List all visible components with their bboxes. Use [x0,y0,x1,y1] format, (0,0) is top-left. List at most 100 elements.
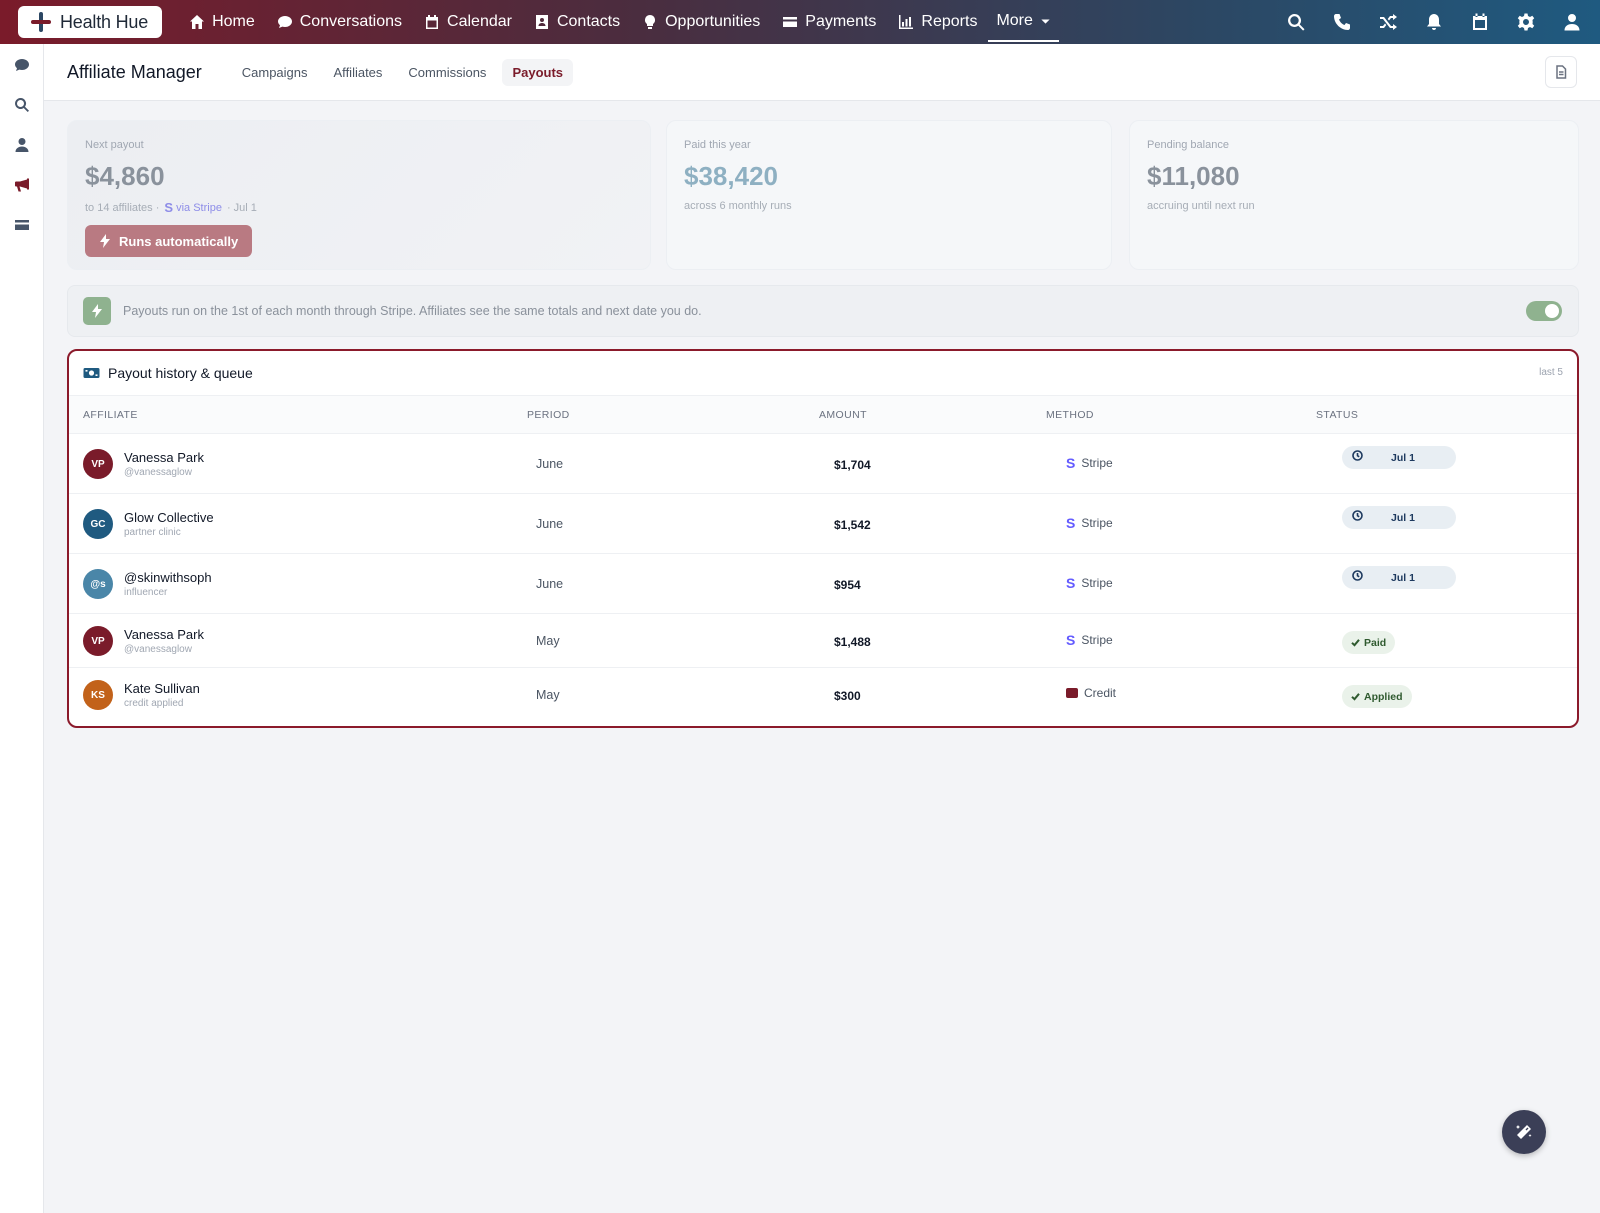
panel-header: Payout history & queue last 5 [69,351,1577,396]
table-body: VP Vanessa Park @vanessaglow June $1,704… [69,434,1577,722]
lightning-icon [83,297,111,325]
check-icon [1351,693,1360,701]
paid-this-year-sub: across 6 monthly runs [684,200,792,212]
next-payout-details: to 14 affiliates · Svia Stripe · Jul 1 [85,200,633,215]
paid-this-year-value: $38,420 [684,161,778,191]
pending-balance-value: $11,080 [1147,161,1240,191]
clock-icon [1352,450,1363,461]
next-payout-date: · Jul 1 [226,201,257,214]
side-rail-payments[interactable] [12,215,32,235]
table-row[interactable]: VP Vanessa Park @vanessaglow June $1,704… [69,434,1577,494]
side-rail [0,44,44,1213]
affiliate-handle: credit applied [124,698,184,709]
next-payout-value: $4,860 [85,161,165,191]
nav-item-payments[interactable]: Payments [771,0,887,44]
magic-assist-button[interactable] [1502,1110,1546,1154]
nav-item-contacts[interactable]: Contacts [523,0,631,44]
column-affiliate[interactable]: AFFILIATE [83,409,138,421]
megaphone-icon [15,178,29,192]
nav-item-calendar[interactable]: Calendar [413,0,523,44]
gear-icon [1517,13,1535,31]
lightbulb-icon [645,15,656,29]
payout-method-label: Stripe [1081,633,1113,647]
nav-item-home[interactable]: Home [178,0,266,44]
side-rail-marketing[interactable] [12,175,32,195]
tab-affiliates[interactable]: Affiliates [324,59,393,86]
status-badge: Applied [1342,685,1412,708]
side-rail-contacts[interactable] [12,135,32,155]
payout-period: June [536,517,564,531]
lightning-icon [100,234,110,248]
status-badge: Paid [1342,631,1396,654]
next-payout-label: Next payout [85,139,144,151]
settings-button[interactable] [1512,8,1540,36]
nav-item-opportunities[interactable]: Opportunities [631,0,771,44]
next-payout-card: Next payout $4,860 to 14 affiliates · Sv… [67,120,651,270]
avatar: VP [83,449,113,479]
affiliate-name[interactable]: Vanessa Park [124,627,204,642]
clock-icon [1352,510,1363,521]
side-rail-search[interactable] [12,95,32,115]
runs-automatically-button[interactable]: Runs automatically [85,225,253,257]
search-icon [1288,14,1305,31]
payout-amount: $300 [834,689,861,703]
calendar-icon [426,15,439,29]
auto-payout-toggle[interactable] [1526,301,1562,321]
nav-item-more[interactable]: More [988,2,1059,42]
payout-method: S Stripe [1066,455,1113,471]
stripe-icon: S [1066,575,1076,591]
calendar-icon [1473,13,1487,30]
check-icon [1351,639,1360,647]
credit-icon [1066,688,1078,698]
affiliate-name[interactable]: Glow Collective [124,510,214,525]
avatar: @s [83,569,113,599]
status-label: Jul 1 [1391,511,1415,524]
document-icon [1556,65,1567,79]
pending-balance-sub: accruing until next run [1147,200,1255,212]
pending-balance-label: Pending balance [1147,139,1229,151]
affiliate-name[interactable]: @skinwithsoph [124,570,212,585]
phone-button[interactable] [1328,8,1356,36]
calendar-button[interactable] [1466,8,1494,36]
avatar: VP [83,626,113,656]
user-icon [15,138,29,152]
tab-payouts[interactable]: Payouts [502,58,574,86]
stripe-icon: S [164,200,174,215]
affiliate-name[interactable]: Kate Sullivan [124,681,200,696]
nav-item-conversations[interactable]: Conversations [266,0,413,44]
affiliate-handle: influencer [124,587,168,598]
column-status[interactable]: STATUS [1316,409,1358,421]
search-button[interactable] [1282,8,1310,36]
runs-automatically-label: Runs automatically [119,233,239,249]
bar-chart-icon [899,15,914,29]
phone-icon [1334,14,1350,30]
tab-commissions[interactable]: Commissions [398,59,496,86]
affiliate-name[interactable]: Vanessa Park [124,450,204,465]
table-row[interactable]: VP Vanessa Park @vanessaglow May $1,488 … [69,614,1577,668]
side-rail-chat[interactable] [12,55,32,75]
next-payout-method: Svia Stripe [164,200,222,215]
table-header: AFFILIATE PERIOD AMOUNT METHOD STATUS [69,396,1577,434]
status-badge: Jul 1 [1342,566,1456,589]
status-label: Jul 1 [1391,451,1415,464]
export-button[interactable] [1545,56,1577,88]
table-row[interactable]: KS Kate Sullivan credit applied May $300… [69,668,1577,722]
profile-button[interactable] [1558,8,1586,36]
payout-method-label: Stripe [1081,576,1113,590]
payout-history-panel: Payout history & queue last 5 AFFILIATE … [67,349,1579,728]
notifications-button[interactable] [1420,8,1448,36]
table-row[interactable]: @s @skinwithsoph influencer June $954 SS… [69,554,1577,614]
nav-item-reports[interactable]: Reports [887,0,988,44]
brand-logo[interactable]: Health Hue [18,6,163,38]
payout-period: May [536,634,560,648]
tab-campaigns[interactable]: Campaigns [232,59,318,86]
column-amount[interactable]: AMOUNT [819,409,867,421]
column-period[interactable]: PERIOD [527,409,570,421]
nav-item-label: Reports [921,13,978,30]
column-method[interactable]: METHOD [1046,409,1094,421]
shuffle-button[interactable] [1374,8,1402,36]
credit-card-icon [783,17,798,27]
payout-period: May [536,688,560,702]
shuffle-icon [1380,14,1397,30]
table-row[interactable]: GC Glow Collective partner clinic June $… [69,494,1577,554]
